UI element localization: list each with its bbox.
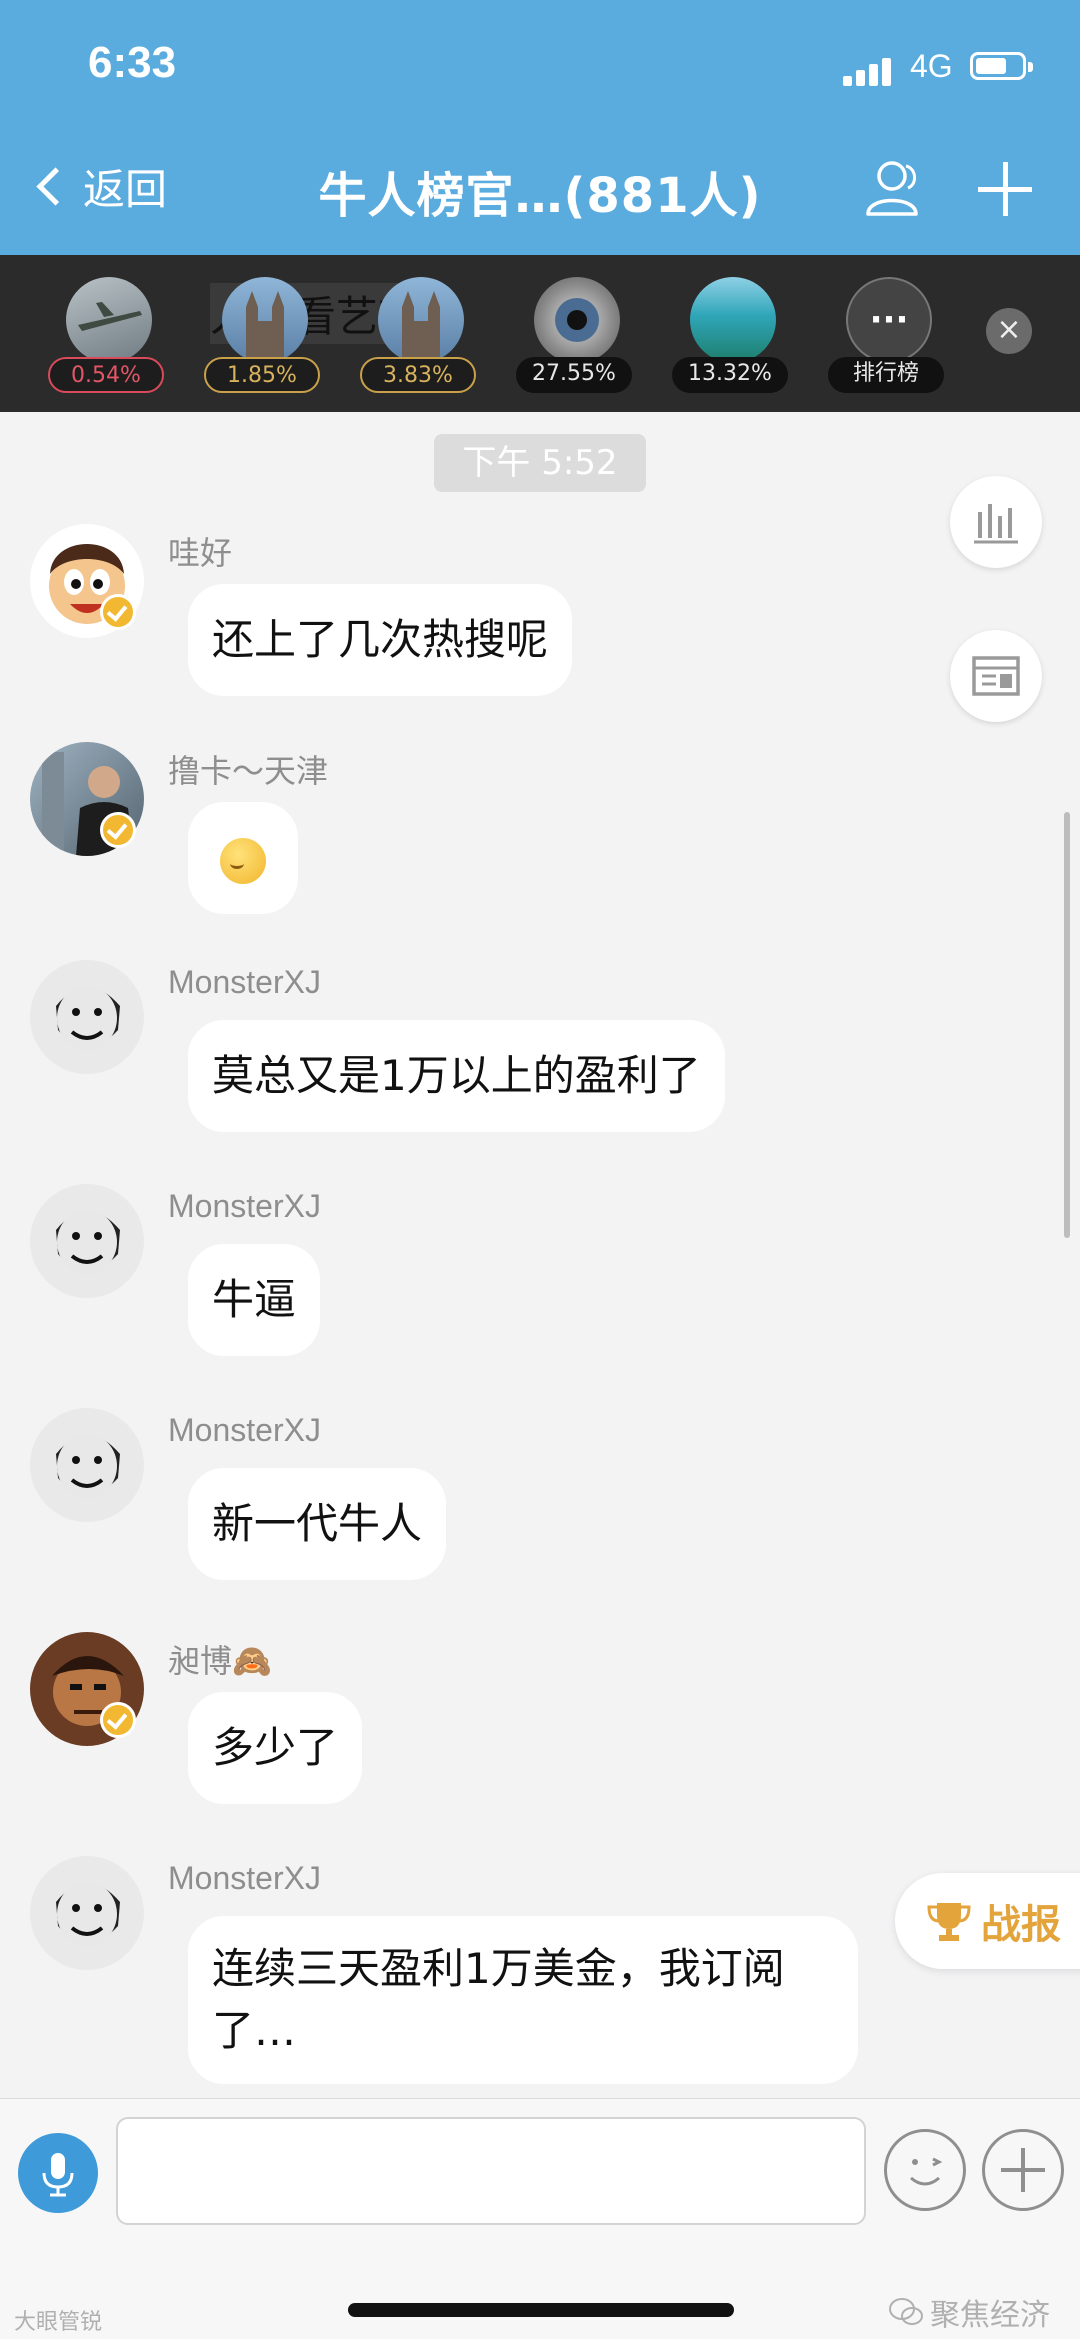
more-icon: ··· [846,277,932,363]
home-indicator[interactable] [348,2303,734,2317]
voice-input-button[interactable] [18,2133,98,2213]
rank-percent: 27.55% [516,357,632,393]
chevron-left-icon [36,167,75,206]
news-icon [972,656,1020,696]
group-members-icon[interactable] [862,158,926,218]
watermark-text: 聚焦经济 [930,2298,1050,2333]
ranking-label: 排行榜 [828,357,944,393]
message-bubble[interactable]: 连续三天盈利1万美金，我订阅了… [188,1916,858,2084]
rank-percent: 3.83% [360,357,476,393]
sender-name: MonsterXJ [168,1188,321,1224]
emoji-button[interactable] [884,2129,966,2211]
chat-area[interactable]: 下午 5:52 哇好 还上了几次热搜呢 撸卡～天津 MonsterXJ 莫总又是… [0,412,1080,2098]
rank-thumbnail [378,277,464,363]
watermark-right: 聚焦经济 [888,2290,1050,2334]
sender-name: 哇好 [168,535,233,571]
ranking-strip: 人不看艺节 0.54% 1.85% 3.83% 27.55% 13.32% ··… [0,255,1080,412]
network-type: 4G [910,48,953,84]
avatar[interactable] [30,1856,144,1970]
sender-name: MonsterXJ [168,1412,321,1448]
rank-thumbnail [222,277,308,363]
sender-name: MonsterXJ [168,1860,321,1896]
avatar[interactable] [30,1408,144,1522]
message-bubble[interactable]: 牛逼 [188,1244,321,1356]
battery-icon [970,52,1033,80]
microphone-icon [42,2153,74,2197]
message-bubble[interactable]: 新一代牛人 [188,1468,447,1580]
trophy-icon [927,1903,971,1941]
ranking-more-button[interactable]: ··· 排行榜 [828,277,948,397]
message-bubble[interactable]: 还上了几次热搜呢 [188,584,573,696]
bar-chart-icon [974,504,1018,544]
avatar[interactable] [30,960,144,1074]
rank-item[interactable]: 13.32% [672,277,792,397]
chat-timestamp: 下午 5:52 [434,434,646,492]
header: 6:33 4G 牛人榜官…(881人) 返回 [0,0,1080,255]
add-icon[interactable] [978,162,1032,216]
close-icon[interactable]: × [986,308,1032,354]
signal-icon [843,56,895,86]
rank-thumbnail [690,277,776,363]
scrollbar[interactable] [1064,812,1070,1238]
rank-item[interactable]: 0.54% [48,277,168,397]
message-bubble[interactable] [188,802,298,914]
message-input[interactable] [116,2117,866,2225]
emoji-icon [220,837,266,884]
message-bubble[interactable]: 莫总又是1万以上的盈利了 [188,1020,725,1132]
smiley-icon [910,2157,943,2186]
back-label: 返回 [83,165,168,214]
watermark-left: 大眼管锐 [14,2310,103,2335]
status-time: 6:33 [88,38,177,87]
wechat-icon [889,2298,923,2325]
nav-bar: 牛人榜官…(881人) 返回 [0,150,1080,230]
rank-item[interactable]: 1.85% [204,277,324,397]
statistics-button[interactable] [950,476,1042,568]
sender-name: 昶博🙈 [168,1643,272,1679]
verified-badge-icon [100,812,136,848]
announcement-button[interactable] [950,630,1042,722]
more-actions-button[interactable] [982,2129,1064,2211]
message-bubble[interactable]: 多少了 [188,1692,363,1804]
verified-badge-icon [100,1702,136,1738]
sender-name: 撸卡～天津 [168,753,329,789]
rank-thumbnail [534,277,620,363]
verified-badge-icon [100,594,136,630]
rank-item[interactable]: 27.55% [516,277,636,397]
rank-item[interactable]: 3.83% [360,277,480,397]
battle-report-label: 战报 [981,1902,1061,1948]
rank-percent: 1.85% [204,357,320,393]
sender-name: MonsterXJ [168,964,321,1000]
back-button[interactable]: 返回 [36,156,168,217]
battle-report-button[interactable]: 战报 [895,1873,1080,1969]
avatar[interactable] [30,1184,144,1298]
rank-thumbnail [66,277,152,363]
status-bar: 6:33 4G [0,0,1080,130]
rank-percent: 13.32% [672,357,788,393]
rank-percent: 0.54% [48,357,164,393]
